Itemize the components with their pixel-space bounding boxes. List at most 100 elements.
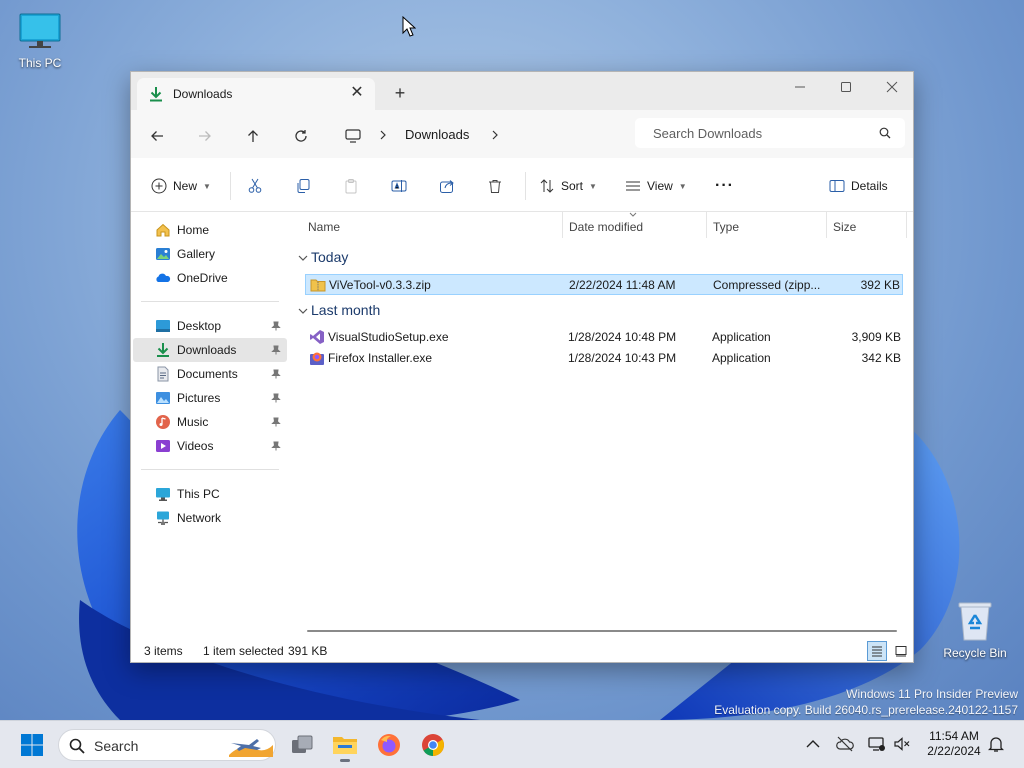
- sort-button[interactable]: Sort ▼: [539, 174, 597, 198]
- forward-button[interactable]: [193, 124, 217, 148]
- file-row[interactable]: ViVeTool-v0.3.3.zip 2/22/2024 11:48 AM C…: [305, 274, 903, 295]
- nav-item-desktop[interactable]: Desktop: [133, 314, 287, 338]
- chevron-up-icon[interactable]: [806, 739, 820, 749]
- maximize-button[interactable]: [823, 72, 869, 102]
- nav-item-home[interactable]: Home: [133, 218, 287, 242]
- desktop-icon-label: This PC: [18, 56, 62, 70]
- column-divider[interactable]: [706, 212, 707, 238]
- close-icon: [886, 81, 898, 93]
- view-button[interactable]: View ▼: [625, 174, 687, 198]
- column-header-size[interactable]: Size: [833, 220, 856, 234]
- nav-item-music[interactable]: Music: [133, 410, 287, 434]
- column-divider[interactable]: [906, 212, 907, 238]
- breadcrumb-downloads[interactable]: Downloads: [405, 127, 469, 142]
- nav-item-pictures[interactable]: Pictures: [133, 386, 287, 410]
- taskbar: Search 11:54 AM 2/22/2024: [0, 720, 1024, 768]
- taskbar-search-box[interactable]: Search: [58, 729, 276, 761]
- refresh-button[interactable]: [289, 124, 313, 148]
- chevron-down-icon[interactable]: [297, 305, 309, 317]
- file-date: 1/28/2024 10:43 PM: [568, 351, 677, 365]
- start-button[interactable]: [16, 729, 48, 761]
- back-button[interactable]: [145, 124, 169, 148]
- pin-icon[interactable]: [271, 369, 281, 379]
- address-bar-row: Downloads Search Downloads: [131, 110, 913, 158]
- notifications-bell-icon[interactable]: [988, 735, 1004, 753]
- location-pc-button[interactable]: [341, 124, 365, 148]
- pin-icon[interactable]: [271, 321, 281, 331]
- rename-button[interactable]: [391, 174, 407, 198]
- taskbar-chrome[interactable]: [417, 729, 449, 761]
- copy-button[interactable]: [295, 174, 311, 198]
- file-row[interactable]: Firefox Installer.exe 1/28/2024 10:43 PM…: [305, 348, 903, 369]
- desktop-icon-this-pc[interactable]: This PC: [0, 12, 80, 70]
- column-header-date-modified[interactable]: Date modified: [569, 220, 643, 234]
- new-tab-button[interactable]: +: [391, 84, 409, 103]
- nav-item-network[interactable]: Network: [133, 506, 287, 530]
- column-header-name[interactable]: Name: [308, 220, 340, 234]
- taskbar-search-input[interactable]: Search: [94, 738, 138, 754]
- task-view-icon: [292, 735, 313, 753]
- minimize-button[interactable]: [777, 72, 823, 102]
- refresh-icon: [295, 130, 307, 142]
- paste-button[interactable]: [343, 174, 359, 198]
- system-clock[interactable]: 11:54 AM 2/22/2024: [916, 729, 992, 759]
- nav-item-downloads[interactable]: Downloads: [133, 338, 287, 362]
- up-button[interactable]: [241, 124, 265, 148]
- sort-label: Sort: [561, 179, 584, 193]
- network-status-icon[interactable]: [868, 736, 886, 752]
- nav-item-videos[interactable]: Videos: [133, 434, 287, 458]
- file-size: 3,909 KB: [851, 330, 901, 344]
- nav-item-documents[interactable]: Documents: [133, 362, 287, 386]
- close-window-button[interactable]: [869, 72, 913, 102]
- arrow-left-icon: [151, 131, 163, 141]
- nav-item-onedrive[interactable]: OneDrive: [133, 266, 287, 290]
- title-bar[interactable]: Downloads ✕ +: [131, 72, 913, 110]
- pin-icon[interactable]: [271, 345, 281, 355]
- group-header-today[interactable]: Today: [311, 249, 348, 265]
- column-header-type[interactable]: Type: [713, 220, 739, 234]
- taskbar-file-explorer[interactable]: [329, 729, 361, 762]
- column-divider[interactable]: [562, 212, 563, 238]
- details-view-toggle[interactable]: [867, 641, 887, 661]
- column-divider[interactable]: [826, 212, 827, 238]
- file-row[interactable]: VisualStudioSetup.exe 1/28/2024 10:48 PM…: [305, 327, 903, 348]
- cut-button[interactable]: [247, 174, 263, 198]
- cloud-offline-icon[interactable]: [836, 736, 854, 752]
- minimize-icon: [795, 86, 805, 88]
- chevron-right-icon[interactable]: [491, 130, 499, 140]
- horizontal-scrollbar[interactable]: [307, 630, 897, 632]
- plus-circle-icon: [151, 178, 167, 194]
- volume-muted-icon[interactable]: [893, 736, 911, 752]
- file-explorer-window: Downloads ✕ + Downloads Search Downloads…: [130, 71, 914, 663]
- tab-close-button[interactable]: ✕: [349, 85, 365, 101]
- tiles-view-toggle[interactable]: [891, 641, 911, 661]
- search-input[interactable]: Search Downloads: [653, 126, 762, 141]
- build-watermark: Windows 11 Pro Insider Preview Evaluatio…: [714, 686, 1018, 718]
- desktop-folder-icon: [156, 320, 170, 332]
- nav-item-this-pc[interactable]: This PC: [133, 482, 287, 506]
- pin-icon[interactable]: [271, 417, 281, 427]
- delete-button[interactable]: [487, 174, 503, 198]
- group-header-last-month[interactable]: Last month: [311, 302, 380, 318]
- search-icon: [69, 738, 85, 754]
- desktop-icon-recycle-bin[interactable]: Recycle Bin: [935, 598, 1015, 660]
- task-view-button[interactable]: [286, 729, 318, 761]
- pin-icon[interactable]: [271, 441, 281, 451]
- more-options-button[interactable]: ···: [715, 174, 734, 198]
- nav-item-label: Videos: [177, 439, 214, 453]
- nav-item-label: Documents: [177, 367, 238, 381]
- search-box[interactable]: Search Downloads: [635, 118, 905, 148]
- new-button[interactable]: New ▼: [151, 174, 211, 198]
- nav-item-gallery[interactable]: Gallery: [133, 242, 287, 266]
- tab-downloads[interactable]: Downloads ✕: [137, 78, 375, 110]
- share-button[interactable]: [439, 174, 455, 198]
- details-button[interactable]: Details: [829, 174, 888, 198]
- chevron-down-icon[interactable]: [297, 252, 309, 264]
- pin-icon[interactable]: [271, 393, 281, 403]
- taskbar-firefox[interactable]: [373, 729, 405, 761]
- chevron-right-icon[interactable]: [379, 130, 387, 140]
- gallery-icon: [156, 248, 170, 260]
- file-name: VisualStudioSetup.exe: [328, 330, 449, 344]
- this-pc-icon: [156, 488, 170, 501]
- clock-time: 11:54 AM: [929, 729, 979, 743]
